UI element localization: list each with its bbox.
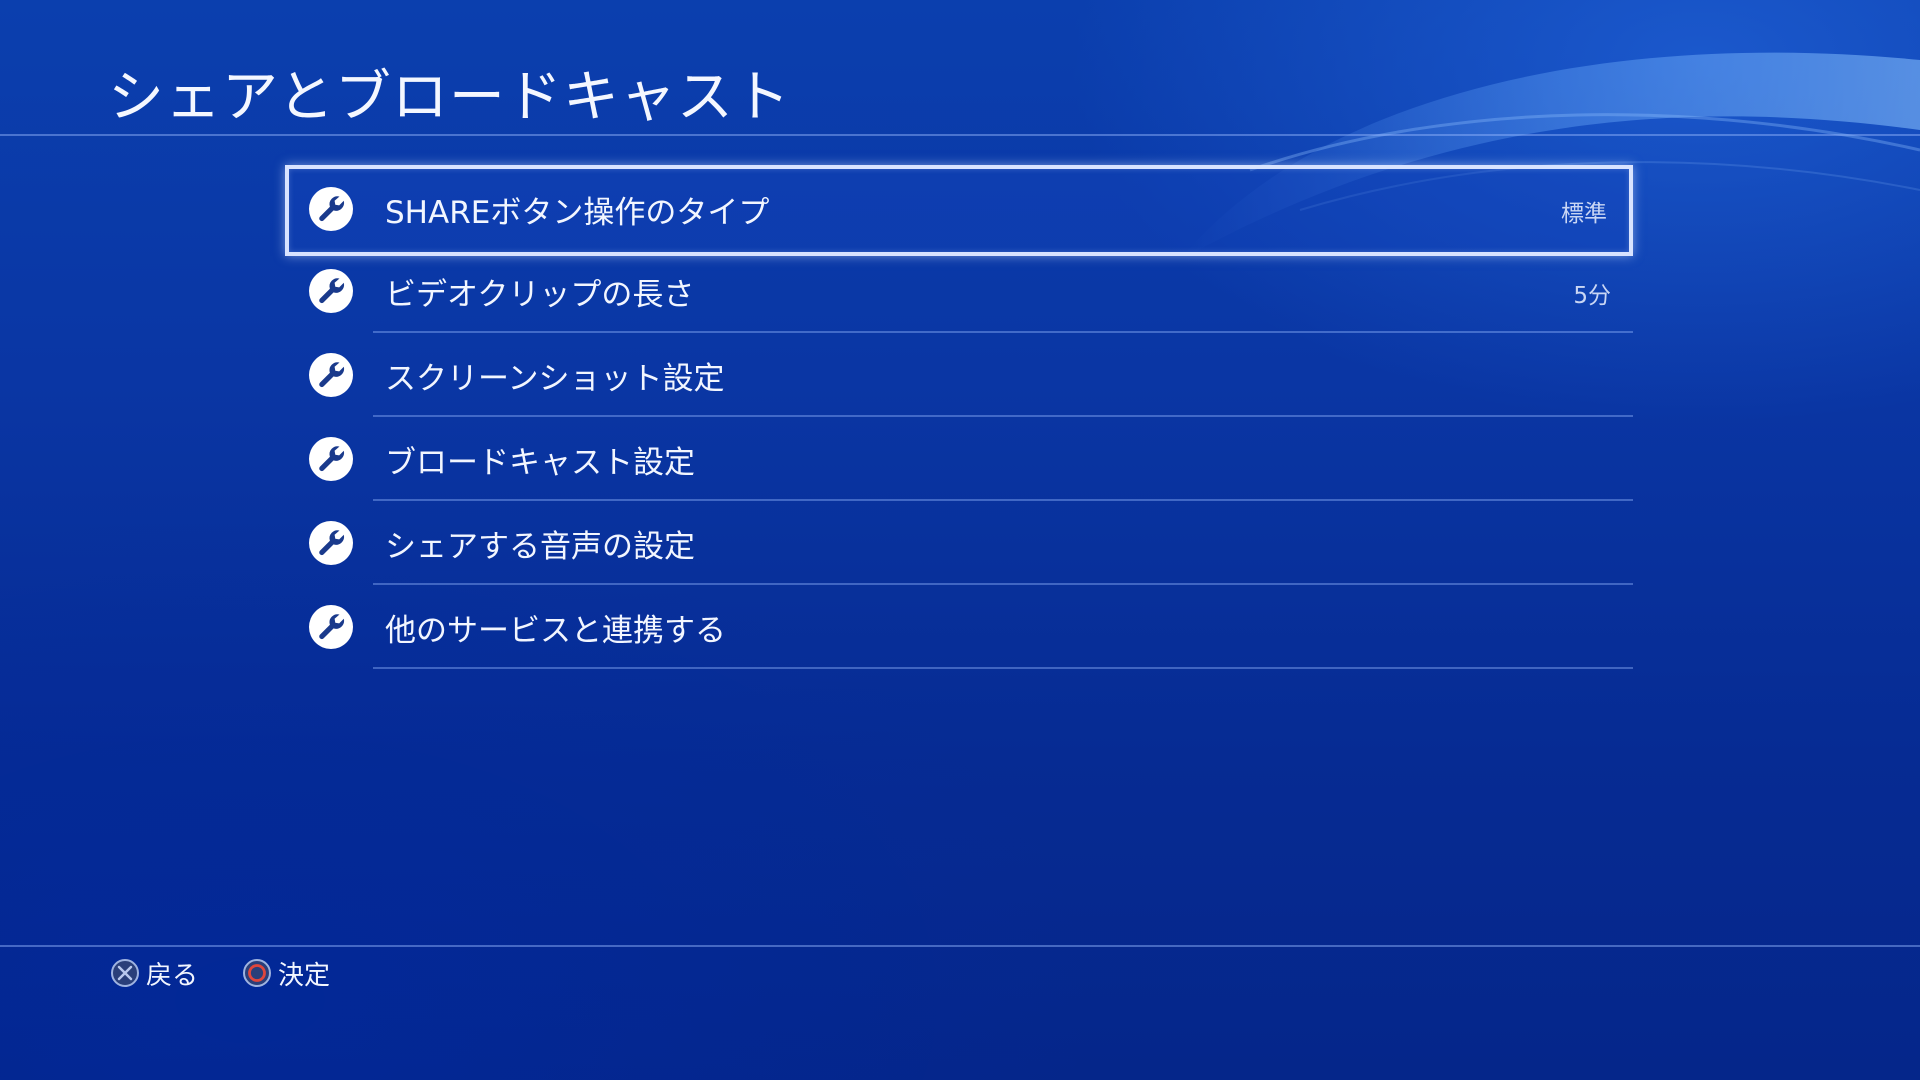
button-hints: 戻る 決定 bbox=[110, 953, 374, 993]
menu-item-label: シェアする音声の設定 bbox=[385, 529, 695, 565]
menu-item-value: 5分 bbox=[1573, 283, 1611, 309]
footer-divider bbox=[0, 945, 1920, 947]
menu-item-screenshot-settings[interactable]: スクリーンショット設定 bbox=[285, 333, 1633, 417]
cross-button-icon bbox=[111, 959, 139, 987]
wrench-icon bbox=[309, 521, 353, 565]
menu-item-label: スクリーンショット設定 bbox=[385, 361, 725, 397]
enter-hint[interactable]: 決定 bbox=[242, 955, 330, 992]
menu-item-label: ビデオクリップの長さ bbox=[385, 277, 695, 313]
wrench-icon bbox=[309, 269, 353, 313]
circle-button-icon bbox=[243, 959, 272, 987]
wrench-icon bbox=[309, 353, 353, 397]
menu-item-label: 他のサービスと連携する bbox=[385, 613, 726, 649]
divider bbox=[373, 667, 1633, 669]
wrench-icon bbox=[309, 437, 353, 481]
menu-item-link-other-services[interactable]: 他のサービスと連携する bbox=[285, 585, 1633, 669]
menu-item-shared-audio-settings[interactable]: シェアする音声の設定 bbox=[285, 501, 1633, 585]
page-title: シェアとブロードキャスト bbox=[108, 65, 791, 130]
back-label: 戻る bbox=[146, 960, 199, 991]
enter-label: 決定 bbox=[278, 960, 331, 991]
menu-item-label: SHAREボタン操作のタイプ bbox=[385, 195, 770, 231]
menu-item-label: ブロードキャスト設定 bbox=[385, 445, 695, 481]
header-divider bbox=[0, 134, 1920, 136]
wrench-icon bbox=[309, 605, 353, 649]
menu-item-share-button-type[interactable]: SHAREボタン操作のタイプ 標準 bbox=[285, 165, 1633, 256]
menu-item-value: 標準 bbox=[1561, 201, 1607, 227]
wrench-icon bbox=[309, 187, 353, 231]
menu-item-video-clip-length[interactable]: ビデオクリップの長さ 5分 bbox=[285, 249, 1633, 333]
settings-menu: SHAREボタン操作のタイプ 標準 ビデオクリップの長さ 5分 スクリーンショッ… bbox=[285, 165, 1633, 669]
back-hint[interactable]: 戻る bbox=[110, 955, 198, 992]
menu-item-broadcast-settings[interactable]: ブロードキャスト設定 bbox=[285, 417, 1633, 501]
